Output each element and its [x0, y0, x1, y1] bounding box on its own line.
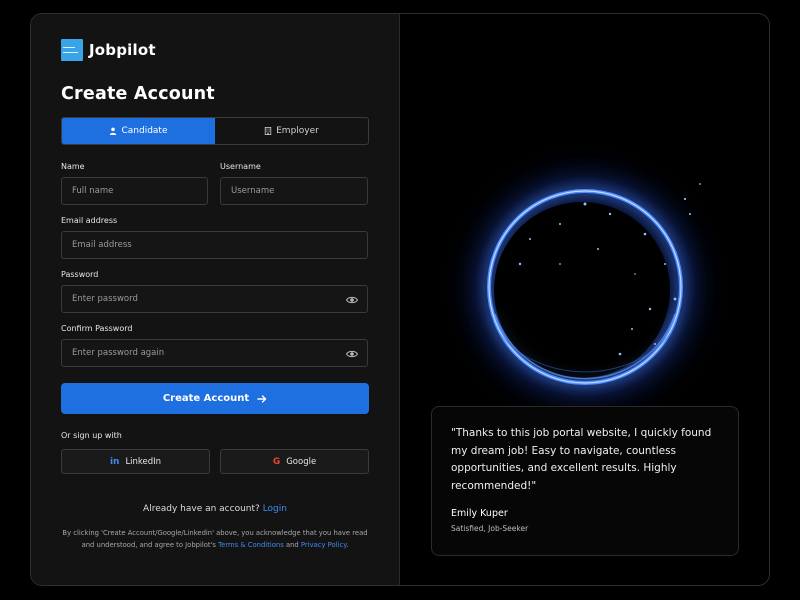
password-input[interactable] — [72, 294, 357, 304]
testimonial-author: Emily Kuper — [451, 508, 508, 519]
password-label: Password — [61, 270, 99, 279]
email-label: Email address — [61, 216, 118, 225]
testimonial-quote: "Thanks to this job portal website, I qu… — [451, 427, 712, 492]
app-window: Jobpilot Create Account Candidate Employ… — [30, 13, 770, 586]
terms-link[interactable]: Terms & Conditions — [218, 541, 284, 549]
already-text: Already have an account? — [143, 504, 260, 514]
name-input[interactable] — [72, 186, 197, 196]
email-input[interactable] — [72, 240, 357, 250]
or-signup-label: Or sign up with — [61, 431, 122, 440]
building-icon — [264, 127, 272, 135]
username-field — [220, 177, 368, 205]
terms-and: and — [285, 541, 299, 549]
account-type-tabs: Candidate Employer — [61, 117, 369, 145]
page-title: Create Account — [61, 84, 215, 104]
show-confirm-password-eye-icon[interactable] — [346, 349, 358, 359]
password-field — [61, 285, 368, 313]
linkedin-button[interactable]: in LinkedIn — [61, 449, 210, 474]
email-field — [61, 231, 368, 259]
username-input[interactable] — [231, 186, 357, 196]
google-button[interactable]: G Google — [220, 449, 369, 474]
signup-panel: Jobpilot Create Account Candidate Employ… — [31, 14, 400, 585]
tab-employer-label: Employer — [276, 126, 319, 136]
brand: Jobpilot — [61, 39, 156, 61]
google-button-label: Google — [286, 456, 317, 467]
google-icon: G — [272, 456, 281, 467]
linkedin-icon: in — [109, 456, 120, 467]
brand-name: Jobpilot — [89, 41, 156, 59]
jobpilot-logo-icon — [61, 39, 83, 61]
showcase-panel: "Thanks to this job portal website, I qu… — [400, 14, 769, 585]
create-account-button[interactable]: Create Account — [61, 383, 369, 414]
confirm-password-label: Confirm Password — [61, 324, 133, 333]
tab-candidate[interactable]: Candidate — [62, 118, 215, 144]
terms-suffix: . — [346, 541, 349, 549]
confirm-password-input[interactable] — [72, 348, 357, 358]
confirm-password-field — [61, 339, 368, 367]
arrow-right-icon — [257, 394, 267, 403]
create-account-button-label: Create Account — [162, 393, 250, 404]
show-password-eye-icon[interactable] — [346, 295, 358, 305]
login-prompt: Already have an account? Login — [61, 504, 369, 514]
tab-candidate-label: Candidate — [121, 126, 168, 136]
name-label: Name — [61, 162, 85, 171]
name-field — [61, 177, 208, 205]
username-label: Username — [220, 162, 261, 171]
terms-notice: By clicking 'Create Account/Google/Linke… — [61, 527, 369, 551]
testimonial-card: "Thanks to this job portal website, I qu… — [431, 406, 739, 556]
tab-employer[interactable]: Employer — [215, 118, 368, 144]
linkedin-button-label: LinkedIn — [125, 456, 162, 467]
user-icon — [110, 127, 117, 135]
testimonial-role: Satisfied, Job-Seeker — [451, 524, 529, 533]
privacy-link[interactable]: Privacy Policy — [301, 541, 346, 549]
login-link[interactable]: Login — [263, 504, 287, 514]
